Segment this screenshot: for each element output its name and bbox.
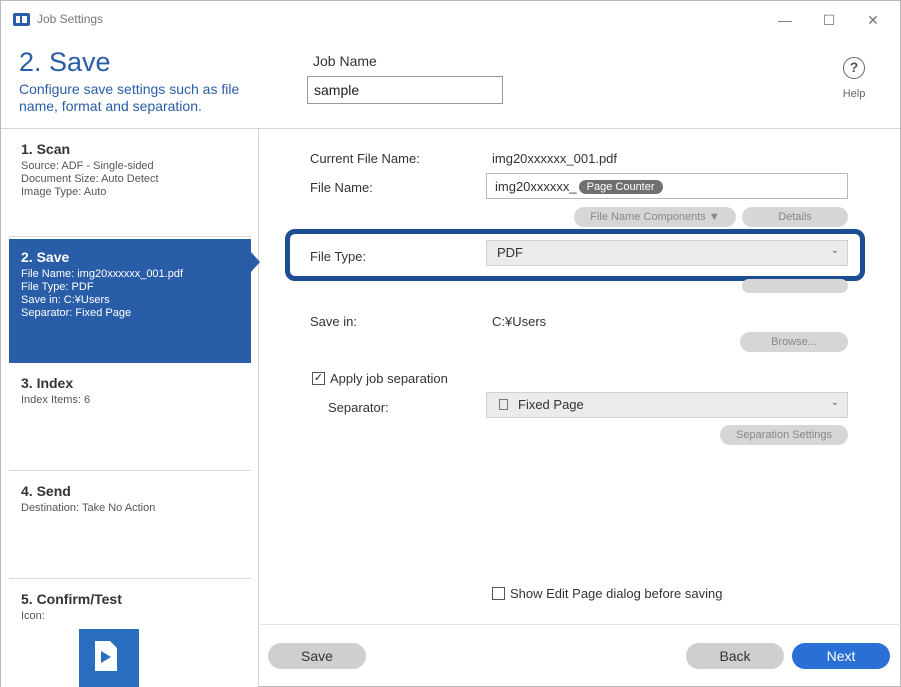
sidebar-item-detail: Image Type: Auto: [21, 186, 107, 198]
help-label: Help: [842, 88, 866, 100]
sidebar-item-label: 3. Index: [21, 375, 74, 391]
sidebar-item-scan[interactable]: 1. Scan Source: ADF - Single-sided Docum…: [9, 131, 251, 237]
title-bar: Job Settings — ☐ ✕: [1, 1, 900, 41]
step-header: 2. Save Configure save settings such as …: [1, 41, 900, 129]
sidebar-item-detail: Destination: Take No Action: [21, 502, 156, 514]
back-button[interactable]: Back: [686, 643, 784, 669]
job-name-input[interactable]: [307, 76, 503, 104]
separator-select[interactable]: Fixed Page ⌄: [486, 392, 848, 418]
options-button[interactable]: [742, 279, 848, 293]
sidebar-item-label: 4. Send: [21, 483, 71, 499]
window-title: Job Settings: [37, 12, 104, 26]
file-name-prefix: img20xxxxxx_: [495, 179, 577, 194]
separator-label: Separator:: [328, 400, 389, 415]
save-settings-panel: Current File Name: img20xxxxxx_001.pdf F…: [260, 129, 901, 687]
close-button[interactable]: ✕: [861, 10, 885, 30]
next-button[interactable]: Next: [792, 643, 890, 669]
sidebar-item-detail: File Type: PDF: [21, 281, 94, 293]
current-file-name-label: Current File Name:: [310, 151, 420, 166]
job-icon: [79, 629, 139, 687]
sidebar-item-detail: Document Size: Auto Detect: [21, 173, 159, 185]
details-button[interactable]: Details: [742, 207, 848, 227]
help-icon: ?: [843, 57, 865, 79]
sidebar-item-label: 1. Scan: [21, 141, 71, 157]
file-name-input[interactable]: img20xxxxxx_ Page Counter: [486, 173, 848, 199]
browse-button[interactable]: Browse...: [740, 332, 848, 352]
sidebar-item-detail: Separator: Fixed Page: [21, 307, 132, 319]
save-in-value: C:¥Users: [492, 314, 547, 329]
sidebar-item-index[interactable]: 3. Index Index Items: 6: [9, 365, 251, 471]
step-sidebar: 1. Scan Source: ADF - Single-sided Docum…: [1, 129, 260, 687]
job-name-label: Job Name: [313, 53, 377, 69]
separation-settings-button[interactable]: Separation Settings: [720, 425, 848, 445]
sidebar-item-detail: Source: ADF - Single-sided: [21, 160, 154, 172]
job-settings-window: Job Settings — ☐ ✕ 2. Save Configure sav…: [0, 0, 901, 687]
show-edit-page-label: Show Edit Page dialog before saving: [510, 586, 723, 601]
help-button[interactable]: ? Help: [834, 57, 874, 100]
footer-bar: Save Back Next: [260, 624, 901, 687]
maximize-button[interactable]: ☐: [817, 10, 841, 30]
sidebar-item-detail: Index Items: 6: [21, 394, 91, 406]
minimize-button[interactable]: —: [773, 10, 797, 30]
apply-job-separation-checkbox[interactable]: ✓: [312, 372, 325, 385]
separator-value: Fixed Page: [518, 397, 584, 412]
current-file-name-value: img20xxxxxx_001.pdf: [492, 151, 618, 166]
sidebar-item-confirm-test[interactable]: 5. Confirm/Test Icon:: [9, 581, 251, 687]
sidebar-item-detail: Save in: C:¥Users: [21, 294, 110, 306]
play-icon: [101, 651, 111, 663]
sidebar-item-save[interactable]: 2. Save File Name: img20xxxxxx_001.pdf F…: [9, 239, 260, 363]
sidebar-item-label: 5. Confirm/Test: [21, 591, 122, 607]
sidebar-item-send[interactable]: 4. Send Destination: Take No Action: [9, 473, 251, 579]
step-description: Configure save settings such as file nam…: [19, 81, 240, 114]
show-edit-page-checkbox[interactable]: [492, 587, 505, 600]
chevron-down-icon: ⌄: [830, 397, 839, 408]
file-name-label: File Name:: [310, 180, 373, 195]
app-icon: [13, 13, 30, 26]
sidebar-item-detail: File Name: img20xxxxxx_001.pdf: [21, 268, 184, 280]
apply-job-separation-label: Apply job separation: [330, 371, 448, 386]
page-icon: [499, 399, 508, 410]
file-name-components-button[interactable]: File Name Components ▼: [574, 207, 736, 227]
sidebar-item-label: 2. Save: [21, 249, 70, 265]
page-title: 2. Save: [19, 47, 111, 77]
file-type-highlight: [285, 229, 865, 281]
save-in-label: Save in:: [310, 314, 357, 329]
save-button[interactable]: Save: [268, 643, 366, 669]
sidebar-item-detail: Icon:: [21, 610, 45, 622]
page-counter-token[interactable]: Page Counter: [578, 180, 663, 194]
